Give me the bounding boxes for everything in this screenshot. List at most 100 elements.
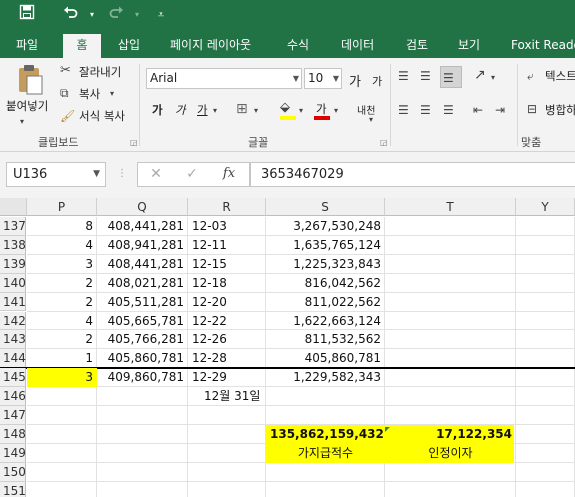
cell-p[interactable]: 2: [27, 274, 97, 293]
cell-r[interactable]: 12-11: [188, 236, 266, 255]
cell-q[interactable]: 405,766,281: [97, 330, 188, 349]
column-header-t[interactable]: T: [385, 198, 516, 216]
align-right-icon[interactable]: ☰: [443, 102, 454, 118]
row-header[interactable]: 146: [0, 387, 26, 406]
cell-r[interactable]: 12-28: [188, 349, 266, 368]
row-header[interactable]: 137: [0, 217, 26, 236]
row-header[interactable]: 149: [0, 443, 26, 463]
copy-dropdown-icon[interactable]: ▾: [110, 86, 114, 102]
cell-p[interactable]: 3: [27, 255, 97, 274]
tab-review[interactable]: 검토: [406, 32, 428, 58]
row-header[interactable]: 150: [0, 462, 26, 482]
column-header-p[interactable]: P: [27, 198, 97, 216]
column-header-r[interactable]: R: [188, 198, 266, 216]
undo-dropdown-icon[interactable]: ▾: [81, 4, 103, 26]
cell-p[interactable]: 2: [27, 293, 97, 312]
underline-dropdown-icon[interactable]: ▾: [213, 103, 217, 119]
italic-button[interactable]: 가: [175, 102, 186, 118]
row-header[interactable]: 143: [0, 330, 26, 350]
paste-dropdown-icon[interactable]: ▾: [20, 114, 24, 130]
row-header[interactable]: 139: [0, 254, 26, 274]
increase-indent-icon[interactable]: ⇥: [495, 102, 505, 118]
copy-button[interactable]: 복사: [79, 86, 100, 102]
cell-r[interactable]: 12-29: [188, 368, 266, 387]
cell-q[interactable]: 408,441,281: [97, 217, 188, 236]
row-header[interactable]: 151: [0, 481, 26, 497]
cell-r-note[interactable]: 12월 31일: [200, 387, 300, 406]
tab-foxit-reader[interactable]: Foxit Reader: [511, 32, 575, 58]
cell-s-label[interactable]: 가지급적수: [266, 444, 385, 463]
font-launcher-icon[interactable]: ◲: [380, 138, 388, 147]
row-header[interactable]: 145: [0, 368, 26, 388]
row-header[interactable]: 144: [0, 349, 26, 369]
column-header-q[interactable]: Q: [97, 198, 188, 216]
cell-p[interactable]: 4: [27, 312, 97, 331]
grow-font-button[interactable]: 가: [349, 71, 361, 90]
cell-q[interactable]: 408,441,281: [97, 255, 188, 274]
cell-s[interactable]: 1,622,663,124: [266, 312, 385, 331]
fill-color-icon[interactable]: ⬙: [280, 100, 290, 116]
cell-q[interactable]: 409,860,781: [97, 368, 188, 387]
formula-input[interactable]: 3653467029: [250, 162, 575, 187]
enter-icon[interactable]: ✓: [182, 166, 202, 182]
orientation-dropdown-icon[interactable]: ▾: [491, 70, 495, 86]
cell-s[interactable]: 811,532,562: [266, 330, 385, 349]
wrap-text-button[interactable]: 텍스트: [545, 68, 575, 84]
row-header[interactable]: 140: [0, 273, 26, 293]
cell-t[interactable]: 17,122,354: [385, 425, 516, 444]
cell-q[interactable]: 408,941,281: [97, 236, 188, 255]
decrease-indent-icon[interactable]: ⇤: [473, 102, 483, 118]
column-header-y[interactable]: Y: [516, 198, 575, 216]
cell-q[interactable]: 405,860,781: [97, 349, 188, 368]
cell-s[interactable]: 1,635,765,124: [266, 236, 385, 255]
cell-s[interactable]: 405,860,781: [266, 349, 385, 368]
cell-q[interactable]: 408,021,281: [97, 274, 188, 293]
row-header[interactable]: 148: [0, 424, 26, 444]
cell-t-label[interactable]: 인정이자: [385, 444, 516, 463]
chevron-down-icon[interactable]: ▼: [93, 163, 100, 186]
format-painter-button[interactable]: 서식 복사: [79, 108, 125, 124]
tab-file[interactable]: 파일: [16, 32, 38, 58]
cell-s[interactable]: 816,042,562: [266, 274, 385, 293]
font-color-button[interactable]: 가: [316, 101, 327, 117]
row-header[interactable]: 142: [0, 311, 26, 331]
cell-s[interactable]: 3,267,530,248: [266, 217, 385, 236]
insert-function-icon[interactable]: fx: [219, 166, 239, 181]
tab-insert[interactable]: 삽입: [118, 32, 140, 58]
customize-icon[interactable]: ⩡: [150, 4, 172, 26]
cell-p[interactable]: 4: [27, 236, 97, 255]
merge-button[interactable]: 병합하: [545, 102, 575, 118]
cell-r[interactable]: 12-22: [188, 312, 266, 331]
cell-p[interactable]: 1: [27, 349, 97, 368]
select-all-corner[interactable]: [0, 198, 27, 216]
borders-icon[interactable]: ⊞: [236, 101, 248, 117]
tab-data[interactable]: 데이터: [341, 32, 374, 58]
column-header-s[interactable]: S: [266, 198, 385, 216]
spreadsheet-grid[interactable]: P Q R S T Y 137 8 408,441,281 12-03 3,267,53…: [0, 198, 575, 497]
cell-s[interactable]: 1,229,582,343: [266, 368, 385, 387]
font-size-combo[interactable]: 10 ▼: [304, 68, 342, 89]
orientation-icon[interactable]: ↗: [474, 67, 486, 83]
font-name-combo[interactable]: Arial ▼: [146, 68, 302, 89]
cell-r[interactable]: 12-26: [188, 330, 266, 349]
undo-icon[interactable]: [60, 4, 82, 26]
row-header[interactable]: 147: [0, 406, 26, 425]
cell-r[interactable]: 12-15: [188, 255, 266, 274]
cell-p[interactable]: 8: [27, 217, 97, 236]
align-top-icon[interactable]: ☰: [398, 68, 409, 84]
tab-view[interactable]: 보기: [458, 32, 480, 58]
cell-r[interactable]: 12-20: [188, 293, 266, 312]
align-middle-icon[interactable]: ☰: [420, 68, 431, 84]
cell-s[interactable]: 135,862,159,432: [266, 425, 385, 444]
cut-button[interactable]: 잘라내기: [79, 64, 121, 80]
tab-formulas[interactable]: 수식: [287, 32, 309, 58]
phonetic-dropdown-icon[interactable]: ▾: [369, 112, 373, 128]
fill-color-dropdown-icon[interactable]: ▾: [299, 103, 303, 119]
align-center-icon[interactable]: ☰: [420, 102, 431, 118]
clipboard-launcher-icon[interactable]: ◲: [130, 138, 138, 147]
paste-button[interactable]: 붙여넣기: [6, 98, 48, 114]
paste-icon[interactable]: [15, 64, 45, 96]
formula-bar-grip-icon[interactable]: ⋮: [117, 166, 127, 182]
bold-button[interactable]: 가: [152, 102, 163, 118]
borders-dropdown-icon[interactable]: ▾: [254, 103, 258, 119]
